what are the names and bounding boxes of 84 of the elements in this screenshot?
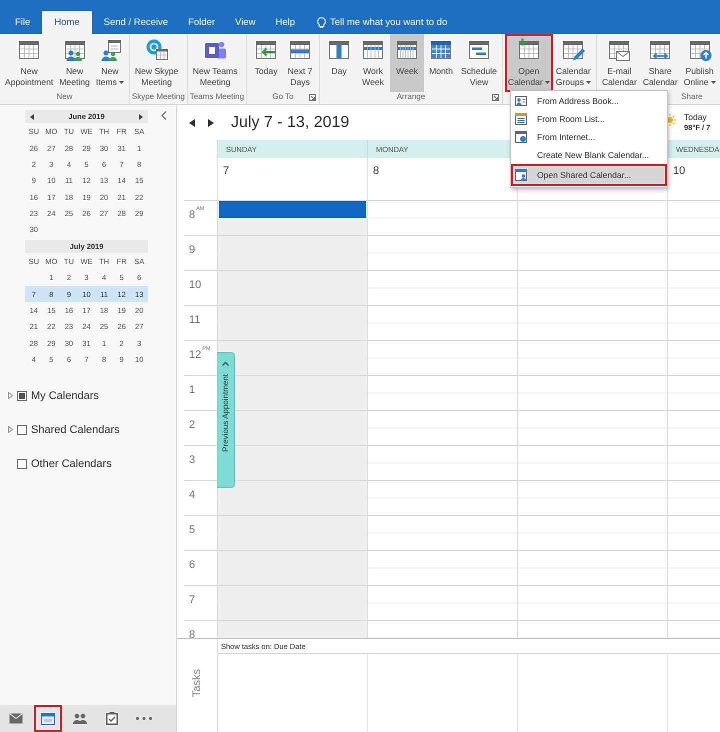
calendar-group-label[interactable]: My Calendars xyxy=(31,390,99,402)
calendar-columns-icon xyxy=(395,38,420,62)
time-label: 8 xyxy=(189,629,196,638)
dialog-launcher-icon[interactable] xyxy=(492,94,499,101)
menu-item[interactable]: Create New Blank Calendar... xyxy=(511,146,667,164)
right-triangle-icon[interactable] xyxy=(208,118,214,126)
ribbon-tab[interactable]: Send / Receive xyxy=(94,11,178,34)
ribbon-tab[interactable]: Home xyxy=(42,11,92,34)
time-label: 5 xyxy=(189,524,196,536)
calendar-arrow-icon xyxy=(254,38,278,62)
time-label: 1 xyxy=(189,384,196,396)
time-label: 9 xyxy=(189,244,196,256)
left-triangle-icon[interactable] xyxy=(30,114,34,120)
ribbon-button[interactable]: Month xyxy=(424,34,458,92)
ribbon-button[interactable]: Schedule View xyxy=(458,34,500,92)
ribbon-button[interactable]: Publish Online xyxy=(680,34,719,92)
time-label: 4 xyxy=(189,489,196,501)
ribbon-button[interactable]: New Teams Meeting xyxy=(190,34,241,92)
menu-item[interactable]: From Address Book... xyxy=(511,92,667,110)
date-label[interactable]: 8 xyxy=(373,165,380,177)
calendar-columns-icon xyxy=(361,38,386,62)
calendar-icon xyxy=(17,38,42,62)
group-label: Share xyxy=(681,92,703,101)
calendar-people-icon xyxy=(62,38,87,62)
menu-item[interactable]: From Room List... xyxy=(511,110,667,128)
ribbon-button[interactable]: New Skype Meeting xyxy=(132,34,182,92)
chevron-up-icon xyxy=(222,361,229,367)
group-label: Teams Meeting xyxy=(190,92,244,101)
ribbon-button[interactable]: Work Week xyxy=(356,34,390,92)
ribbon-button[interactable]: Week xyxy=(390,34,424,92)
right-triangle-icon[interactable] xyxy=(139,114,143,120)
date-label[interactable]: 7 xyxy=(223,165,230,177)
menu-item[interactable]: From Internet... xyxy=(511,128,667,146)
ribbon-tab[interactable]: Folder xyxy=(178,11,226,34)
weather-label: Today xyxy=(684,112,708,123)
time-label: 11 xyxy=(189,314,200,326)
ribbon-button[interactable]: New Meeting xyxy=(56,34,93,92)
calendar-arrows-icon xyxy=(648,38,672,62)
ribbon-tab[interactable]: Help xyxy=(265,11,305,34)
time-label: 10 xyxy=(189,279,202,291)
calendar-upload-icon xyxy=(688,38,712,62)
calendar-person-icon xyxy=(514,168,528,182)
calendar-plus-icon xyxy=(516,38,541,62)
ribbon-button[interactable]: Next 7 Days xyxy=(283,34,318,92)
checkbox[interactable] xyxy=(17,458,27,469)
calendar-grid-icon xyxy=(429,38,454,62)
left-triangle-icon[interactable] xyxy=(189,118,195,126)
ribbon-button[interactable]: New Appointment xyxy=(2,34,56,92)
calendar-row-icon xyxy=(288,38,312,62)
previous-appointment-button[interactable]: Previous Appointment xyxy=(217,352,235,488)
ribbon-button[interactable]: Today xyxy=(249,34,284,92)
nav-button[interactable] xyxy=(34,705,62,732)
group-label: Skype Meeting xyxy=(132,92,185,101)
calendar-group-label[interactable]: Other Calendars xyxy=(31,458,112,470)
calendar-bars-icon xyxy=(466,38,491,62)
time-label: 6 xyxy=(189,559,196,571)
time-label: 7 xyxy=(189,594,196,606)
menu-item[interactable]: Open Shared Calendar... xyxy=(511,164,667,186)
time-label: 2 xyxy=(189,419,196,431)
checkbox[interactable] xyxy=(17,424,27,435)
chevron-left-icon[interactable] xyxy=(161,111,167,120)
ribbon-button[interactable]: Open Calendar xyxy=(504,34,553,92)
calendar-pencil-icon xyxy=(561,38,586,62)
search-field[interactable]: Tell me what you want to do xyxy=(330,17,470,28)
ribbon-button[interactable]: New Items xyxy=(92,34,127,92)
calendar-envelope-icon xyxy=(607,38,632,62)
time-label: 3 xyxy=(189,454,196,466)
calendar-list-icon xyxy=(514,112,528,126)
calendar-column-icon xyxy=(327,38,352,62)
ribbon-tab[interactable]: View xyxy=(225,11,266,34)
date-range-title: July 7 - 13, 2019 xyxy=(231,114,350,132)
circle-calendar-icon xyxy=(144,38,169,62)
tasks-label: Tasks xyxy=(191,669,203,698)
group-label: Arrange xyxy=(396,92,426,101)
checkbox[interactable] xyxy=(17,390,27,401)
group-label: Go To xyxy=(272,92,294,101)
ribbon-button[interactable]: Day xyxy=(322,34,356,92)
lightbulb-icon xyxy=(317,17,326,28)
date-label[interactable]: 10 xyxy=(673,165,686,177)
ribbon-tab[interactable]: File xyxy=(5,11,40,34)
group-label: New xyxy=(56,92,72,101)
dialog-launcher-icon[interactable] xyxy=(309,94,316,101)
calendar-group-label[interactable]: Shared Calendars xyxy=(31,424,120,436)
contact-card-icon xyxy=(514,94,528,108)
